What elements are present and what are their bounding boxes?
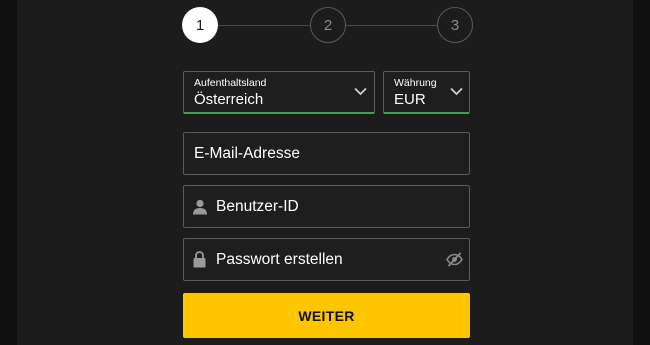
username-field[interactable]: Benutzer-ID bbox=[183, 185, 470, 228]
password-field[interactable]: Passwort erstellen bbox=[183, 238, 470, 281]
user-icon bbox=[193, 199, 207, 215]
currency-label: Währung bbox=[394, 77, 437, 89]
password-placeholder: Passwort erstellen bbox=[216, 251, 343, 268]
country-label: Aufenthaltsland bbox=[194, 77, 267, 89]
country-select[interactable]: Aufenthaltsland Österreich bbox=[183, 71, 375, 114]
step-3-indicator: 3 bbox=[437, 7, 473, 43]
step-2-indicator: 2 bbox=[310, 7, 346, 43]
currency-value: EUR bbox=[394, 91, 426, 108]
step-connector-2 bbox=[346, 25, 437, 26]
country-value: Österreich bbox=[194, 91, 264, 108]
chevron-down-icon bbox=[450, 87, 463, 96]
email-field[interactable]: E-Mail-Adresse bbox=[183, 132, 470, 175]
chevron-down-icon bbox=[354, 87, 367, 96]
email-placeholder: E-Mail-Adresse bbox=[194, 145, 300, 162]
step-1-indicator: 1 bbox=[182, 7, 218, 43]
step-connector-1 bbox=[218, 25, 310, 26]
continue-button-label: WEITER bbox=[298, 307, 355, 324]
username-placeholder: Benutzer-ID bbox=[216, 198, 299, 215]
lock-icon bbox=[193, 251, 206, 268]
eye-slash-icon[interactable] bbox=[446, 252, 463, 267]
step-1-label: 1 bbox=[195, 16, 205, 34]
continue-button[interactable]: WEITER bbox=[183, 293, 470, 338]
step-3-label: 3 bbox=[450, 16, 460, 34]
currency-select[interactable]: Währung EUR bbox=[383, 71, 470, 114]
step-2-label: 2 bbox=[323, 16, 333, 34]
